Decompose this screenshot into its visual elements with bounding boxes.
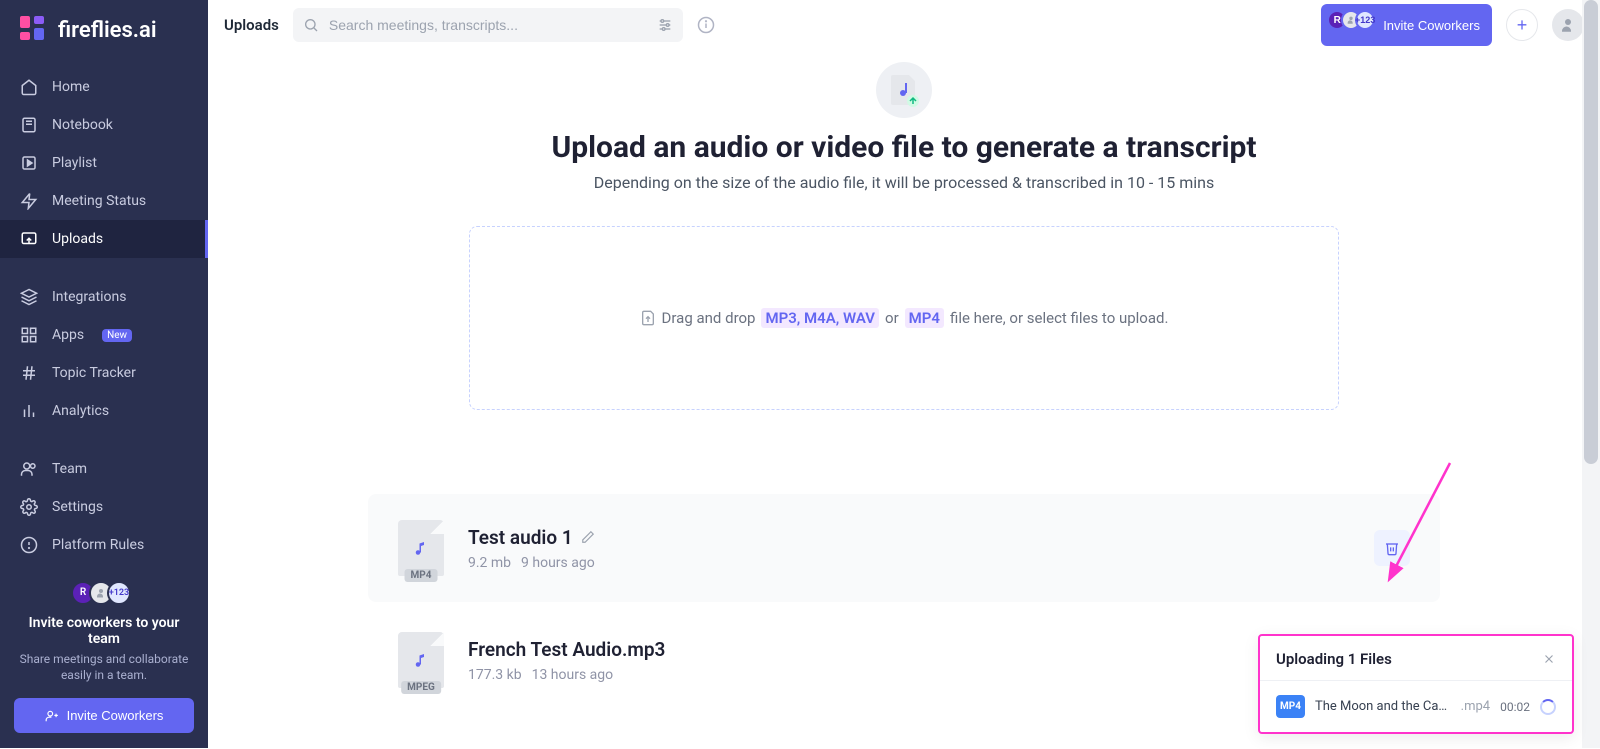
file-format-badge: MPEG [401, 681, 441, 694]
upload-filename: The Moon and the Ca… [1315, 699, 1451, 714]
dropzone-post: file here, or select files to upload. [950, 309, 1168, 327]
topic-icon [20, 364, 38, 382]
search-input[interactable] [293, 8, 683, 42]
nav-platform-rules[interactable]: Platform Rules [0, 526, 208, 564]
status-icon [20, 192, 38, 210]
nav-topic-tracker[interactable]: Topic Tracker [0, 354, 208, 392]
avatar-count: +123 [107, 581, 131, 605]
nav-playlist[interactable]: Playlist [0, 144, 208, 182]
upload-progress-popup: Uploading 1 Files MP4 The Moon and the C… [1258, 634, 1574, 734]
hero-upload-icon [876, 62, 932, 118]
nav-analytics[interactable]: Analytics [0, 392, 208, 430]
upload-popup-title: Uploading 1 Files [1276, 650, 1392, 668]
sidebar: fireflies.ai Home Notebook Playlist Meet… [0, 0, 208, 748]
invite-coworkers-button[interactable]: Invite Coworkers [14, 698, 194, 733]
nav-uploads[interactable]: Uploads [0, 220, 208, 258]
invite-button-label: Invite Coworkers [1383, 18, 1480, 33]
nav-team[interactable]: Team [0, 450, 208, 488]
home-icon [20, 78, 38, 96]
invite-title: Invite coworkers to your team [14, 615, 194, 647]
file-info: Test audio 1 9.2 mb 9 hours ago [468, 526, 1350, 571]
profile-button[interactable] [1552, 9, 1584, 41]
info-icon[interactable] [697, 16, 715, 34]
format-badge: MP4 [1276, 695, 1305, 718]
hero: Upload an audio or video file to generat… [248, 62, 1560, 192]
notebook-icon [20, 116, 38, 134]
brand-logo[interactable]: fireflies.ai [0, 0, 208, 60]
upload-ext: .mp4 [1461, 699, 1490, 714]
file-format-badge: MP4 [405, 569, 438, 582]
file-age: 9 hours ago [521, 555, 595, 571]
uploads-icon [20, 230, 38, 248]
delete-button[interactable] [1374, 530, 1410, 566]
dropzone-or: or [885, 309, 899, 327]
nav: Home Notebook Playlist Meeting Status Up… [0, 60, 208, 564]
nav-notebook[interactable]: Notebook [0, 106, 208, 144]
close-icon[interactable] [1542, 652, 1556, 666]
new-badge: New [102, 329, 132, 342]
analytics-icon [20, 402, 38, 420]
avatar-count: +123 [1355, 10, 1375, 30]
nav-label: Platform Rules [52, 537, 144, 553]
playlist-icon [20, 154, 38, 172]
nav-label: Notebook [52, 117, 113, 133]
nav-label: Analytics [52, 403, 109, 419]
file-card: MP4 Test audio 1 9.2 mb 9 hours ago [368, 494, 1440, 602]
topbar: Uploads R +123 Invite Coworkers + [208, 0, 1600, 50]
rules-icon [20, 536, 38, 554]
spinner-icon [1540, 699, 1556, 715]
logo-text: fireflies.ai [58, 18, 157, 43]
sidebar-invite-panel: R +123 Invite coworkers to your team Sha… [0, 564, 208, 749]
nav-label: Topic Tracker [52, 365, 136, 381]
search-wrap [293, 8, 683, 42]
settings-icon [20, 498, 38, 516]
nav-label: Uploads [52, 231, 103, 247]
file-thumb: MPEG [398, 632, 444, 688]
nav-integrations[interactable]: Integrations [0, 278, 208, 316]
integrations-icon [20, 288, 38, 306]
nav-label: Home [52, 79, 90, 95]
dropzone-file-icon [640, 309, 656, 327]
nav-apps[interactable]: Apps New [0, 316, 208, 354]
file-size: 177.3 kb [468, 667, 522, 683]
user-plus-icon [45, 709, 59, 723]
search-icon [303, 17, 319, 33]
file-size: 9.2 mb [468, 555, 511, 571]
nav-label: Playlist [52, 155, 97, 171]
hero-subtitle: Depending on the size of the audio file,… [594, 173, 1215, 192]
dropzone-pre: Drag and drop [662, 309, 756, 327]
dropzone[interactable]: Drag and drop MP3, M4A, WAV or MP4 file … [469, 226, 1339, 410]
avatar-stack: R +123 [1333, 10, 1375, 30]
avatar-stack: R +123 [77, 581, 131, 605]
scrollbar[interactable] [1582, 0, 1600, 748]
team-icon [20, 460, 38, 478]
file-thumb: MP4 [398, 520, 444, 576]
hero-title: Upload an audio or video file to generat… [551, 130, 1256, 165]
sliders-icon[interactable] [657, 17, 673, 33]
invite-subtitle: Share meetings and collaborate easily in… [14, 651, 194, 685]
dropzone-audio-formats: MP3, M4A, WAV [761, 308, 879, 328]
topbar-invite-button[interactable]: R +123 Invite Coworkers [1321, 4, 1492, 46]
file-name: Test audio 1 [468, 526, 573, 549]
nav-home[interactable]: Home [0, 68, 208, 106]
logo-icon [20, 16, 48, 44]
nav-label: Apps [52, 327, 84, 343]
nav-label: Meeting Status [52, 193, 146, 209]
dropzone-video-formats: MP4 [905, 308, 944, 328]
file-age: 13 hours ago [532, 667, 614, 683]
nav-settings[interactable]: Settings [0, 488, 208, 526]
nav-label: Integrations [52, 289, 126, 305]
nav-meeting-status[interactable]: Meeting Status [0, 182, 208, 220]
nav-label: Settings [52, 499, 103, 515]
page-title: Uploads [224, 16, 279, 34]
apps-icon [20, 326, 38, 344]
add-button[interactable]: + [1506, 9, 1538, 41]
upload-time: 00:02 [1500, 700, 1530, 714]
edit-icon[interactable] [581, 530, 595, 544]
nav-label: Team [52, 461, 87, 477]
invite-button-label: Invite Coworkers [67, 708, 164, 723]
scrollbar-thumb[interactable] [1584, 0, 1598, 464]
file-name: French Test Audio.mp3 [468, 638, 665, 661]
